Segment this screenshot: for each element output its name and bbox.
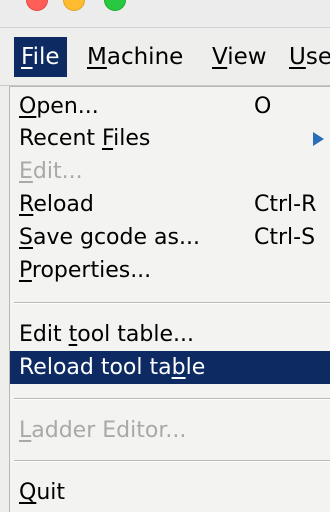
zoom-button[interactable] [104, 0, 126, 11]
close-button[interactable] [26, 0, 48, 11]
menu-item-save-gcode[interactable]: Save gcode as... Ctrl-S [10, 221, 330, 254]
submenu-arrow-icon [313, 132, 324, 146]
menu-separator [14, 460, 330, 462]
menu-user-mnemonic: U [289, 44, 306, 70]
menu-item-label: Open... [19, 94, 99, 119]
menu-item-quit[interactable]: Quit [10, 476, 330, 509]
menu-item-label: Recent Files [19, 126, 151, 151]
menu-item-accelerator: Ctrl-S [254, 225, 316, 250]
menu-bar: File Machine View Use [0, 28, 330, 86]
menu-user[interactable]: Use [282, 37, 330, 77]
menu-separator [14, 398, 330, 400]
menu-item-accelerator: Ctrl-R [254, 192, 317, 217]
menu-item-recent-files[interactable]: Recent Files [10, 122, 330, 155]
minimize-button[interactable] [63, 0, 85, 11]
menu-item-label: Edit... [19, 159, 83, 184]
menu-item-label: Properties... [19, 258, 152, 283]
menu-view[interactable]: View [205, 37, 274, 77]
file-menu-dropdown: Open... O Recent Files Edit... Reload Ct… [9, 86, 330, 512]
menu-item-properties[interactable]: Properties... [10, 254, 330, 287]
menu-machine[interactable]: Machine [80, 37, 190, 77]
menu-view-label: iew [227, 44, 267, 70]
menu-item-label: Ladder Editor... [19, 418, 187, 443]
menu-machine-mnemonic: M [87, 44, 107, 70]
menu-view-mnemonic: V [212, 44, 228, 70]
menu-separator [14, 302, 330, 304]
menu-item-label: Save gcode as... [19, 225, 200, 250]
menu-item-reload[interactable]: Reload Ctrl-R [10, 188, 330, 221]
app-window: File Machine View Use Open... O Recent F… [0, 0, 330, 512]
menu-item-reload-tool-table[interactable]: Reload tool table [10, 351, 330, 384]
menu-file-label: ile [32, 44, 60, 70]
menu-machine-label: achine [106, 44, 184, 70]
menu-item-ladder-editor: Ladder Editor... [10, 414, 330, 447]
menu-item-label: Reload [19, 192, 94, 217]
menu-item-label: Reload tool table [19, 355, 206, 380]
menu-item-accelerator: O [254, 94, 272, 119]
menu-item-edit-tool-table[interactable]: Edit tool table... [10, 318, 330, 351]
menu-file-mnemonic: F [21, 44, 33, 70]
menu-item-label: Edit tool table... [19, 322, 194, 347]
menu-item-edit: Edit... [10, 155, 330, 188]
menu-item-open[interactable]: Open... O [10, 90, 330, 123]
menu-item-label: Quit [19, 480, 66, 505]
menu-file[interactable]: File [14, 37, 67, 77]
title-bar [0, 0, 330, 28]
menu-user-label: se [305, 44, 330, 70]
